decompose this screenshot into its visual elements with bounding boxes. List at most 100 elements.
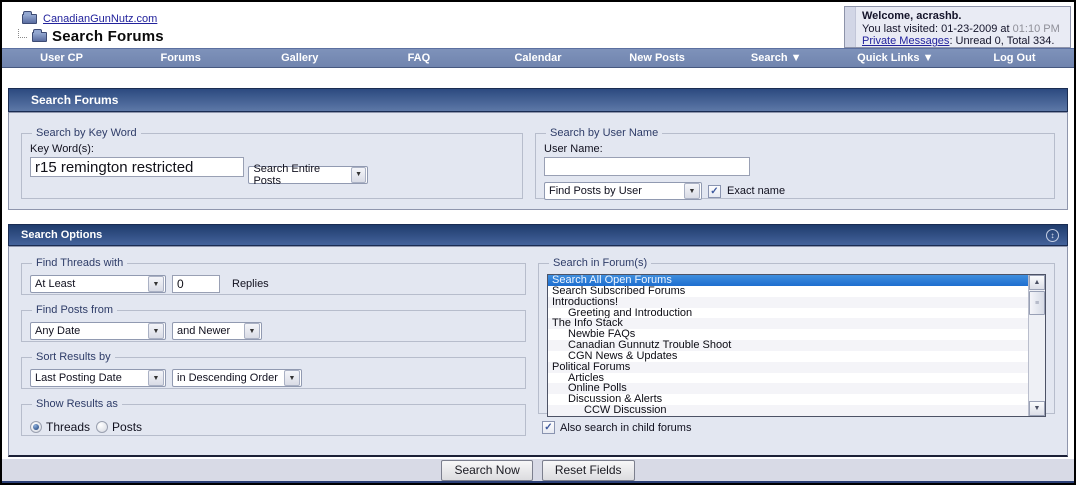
username-label: User Name: (544, 143, 603, 155)
welcome-box: Welcome, acrashb. You last visited: 01-2… (844, 6, 1071, 48)
keyword-legend: Search by Key Word (36, 127, 137, 139)
sort-field-value: Last Posting Date (35, 372, 122, 384)
scrollbar-thumb[interactable]: ≡ (1029, 291, 1045, 315)
forum-list-item[interactable]: Search Subscribed Forums (548, 286, 1028, 297)
sort-results-fieldset: Sort Results by Last Posting Date ▼ in D… (21, 351, 526, 389)
reset-fields-button[interactable]: Reset Fields (541, 459, 635, 481)
forum-list-item[interactable]: Newbie FAQs (548, 329, 1028, 340)
forum-list-item[interactable]: CGN News & Updates (548, 351, 1028, 362)
search-now-button[interactable]: Search Now (441, 459, 533, 481)
collapse-section-icon[interactable]: ↕ (1046, 228, 1059, 242)
date-range-value: Any Date (35, 325, 81, 337)
find-threads-fieldset: Find Threads with At Least ▼ Replies (21, 257, 526, 295)
keyword-label: Key Word(s): (30, 143, 94, 155)
replies-quantifier-select[interactable]: At Least ▼ (30, 275, 166, 293)
chevron-down-icon: ▼ (148, 276, 164, 292)
show-results-fieldset: Show Results as Threads Posts (21, 398, 526, 436)
chevron-down-icon: ▼ (284, 370, 300, 386)
section-title: Search Options (21, 229, 103, 241)
breadcrumb: CanadianGunNutz.com (22, 11, 157, 25)
private-messages-link[interactable]: Private Messages (862, 35, 949, 47)
forum-list-item[interactable]: Discussion & Alerts (548, 394, 1028, 405)
search-forums-section-header: Search Forums (8, 88, 1068, 112)
welcome-box-strip (845, 7, 856, 47)
nav-item[interactable]: New Posts (598, 52, 717, 64)
chevron-down-icon: ▼ (684, 183, 700, 199)
folder-icon (22, 11, 37, 24)
forum-list-item[interactable]: Introductions! (548, 296, 1028, 308)
search-scope-value: Search Entire Posts (253, 162, 321, 187)
sort-order-value: in Descending Order (177, 372, 278, 384)
exact-name-label: Exact name (727, 185, 786, 197)
date-direction-select[interactable]: and Newer ▼ (172, 322, 262, 340)
exact-name-checkbox[interactable]: ✓ (708, 184, 721, 198)
find-posts-from-fieldset: Find Posts from Any Date ▼ and Newer ▼ (21, 304, 526, 342)
forum-list-item[interactable]: Greeting and Introduction (548, 308, 1028, 319)
nav-item[interactable]: User CP (2, 52, 121, 64)
forum-list-item[interactable]: Political Forums (548, 361, 1028, 373)
username-input[interactable] (544, 157, 750, 176)
child-forums-label: Also search in child forums (560, 421, 692, 434)
welcome-greeting: Welcome, acrashb. (862, 10, 962, 22)
footer-actions: Search Now Reset Fields (2, 459, 1074, 481)
search-scope-select[interactable]: Search Entire Posts ▼ (248, 162, 369, 187)
forum-list-item[interactable]: CCW Discussion (548, 405, 1028, 416)
last-visited-time: 01:10 PM (1012, 22, 1060, 35)
child-forums-checkbox[interactable]: ✓ (542, 421, 555, 434)
sort-results-legend: Sort Results by (36, 351, 111, 363)
chevron-down-icon: ▼ (148, 323, 164, 339)
nav-item[interactable]: Forums (121, 52, 240, 64)
nav-item[interactable]: Gallery (240, 52, 359, 64)
page-title-row: Search Forums (18, 28, 164, 45)
find-threads-legend: Find Threads with (36, 257, 124, 269)
chevron-down-icon: ▼ (350, 166, 367, 183)
sort-field-select[interactable]: Last Posting Date ▼ (30, 369, 166, 387)
scroll-up-icon[interactable]: ▲ (1029, 275, 1045, 290)
nav-item[interactable]: Search ▼ (717, 52, 836, 64)
radio-label: Posts (112, 420, 143, 434)
search-in-forums-fieldset: Search in Forum(s) Search All Open Forum… (538, 257, 1055, 417)
forum-list-item[interactable]: Canadian Gunnutz Trouble Shoot (548, 340, 1028, 351)
forum-list-item[interactable]: Articles (548, 373, 1028, 384)
radio-label: Threads (46, 420, 91, 434)
date-range-select[interactable]: Any Date ▼ (30, 322, 166, 340)
forum-listbox: Search All Open Forums Search Subscribed … (547, 274, 1046, 417)
search-forums-page: CanadianGunNutz.com Search Forums Welcom… (0, 0, 1076, 485)
show-results-radio[interactable] (96, 421, 109, 433)
find-posts-from-legend: Find Posts from (36, 304, 114, 316)
open-folder-icon (32, 28, 47, 42)
forum-list-item[interactable]: The Info Stack (548, 318, 1028, 330)
pm-status: : Unread 0, Total 334. (949, 35, 1055, 47)
search-options-panel: Find Threads with At Least ▼ Replies Fin… (8, 246, 1068, 457)
scroll-down-icon[interactable]: ▼ (1029, 401, 1045, 416)
nav-item[interactable]: Quick Links ▼ (836, 52, 955, 64)
site-home-link[interactable]: CanadianGunNutz.com (43, 13, 157, 25)
show-results-radio[interactable] (30, 421, 42, 433)
forum-list-item[interactable]: Search All Open Forums (548, 275, 1028, 286)
search-criteria-panel: Search by Key Word Key Word(s): Search E… (8, 112, 1068, 210)
nav-item[interactable]: FAQ (359, 52, 478, 64)
chevron-down-icon: ▼ (148, 370, 164, 386)
replies-count-input[interactable] (172, 275, 220, 293)
forum-list-rows: Search All Open Forums Search Subscribed … (548, 275, 1028, 416)
keyword-input[interactable] (30, 157, 244, 177)
forum-list-scrollbar[interactable]: ▲ ≡ ▼ (1028, 275, 1045, 416)
chevron-down-icon: ▼ (244, 323, 260, 339)
username-fieldset: Search by User Name User Name: Find Post… (535, 127, 1055, 200)
nav-item[interactable]: Calendar (478, 52, 597, 64)
sort-order-select[interactable]: in Descending Order ▼ (172, 369, 302, 387)
section-title: Search Forums (31, 93, 119, 107)
tree-connector-icon (18, 29, 27, 38)
user-search-mode-value: Find Posts by User (549, 185, 642, 197)
show-results-legend: Show Results as (36, 398, 118, 410)
keyword-fieldset: Search by Key Word Key Word(s): Search E… (21, 127, 523, 199)
bottom-bar (2, 481, 1074, 483)
user-search-mode-select[interactable]: Find Posts by User ▼ (544, 182, 702, 200)
top-header: CanadianGunNutz.com Search Forums Welcom… (2, 2, 1074, 48)
forum-list-item[interactable]: Online Polls (548, 383, 1028, 395)
replies-quantifier-value: At Least (35, 278, 76, 290)
last-visited-text: You last visited: 01-23-2009 at (862, 22, 1010, 35)
main-navbar: User CP Forums Gallery FAQ Calendar New Posts… (2, 48, 1074, 68)
nav-item[interactable]: Log Out (955, 52, 1074, 64)
replies-suffix-label: Replies (232, 278, 269, 290)
